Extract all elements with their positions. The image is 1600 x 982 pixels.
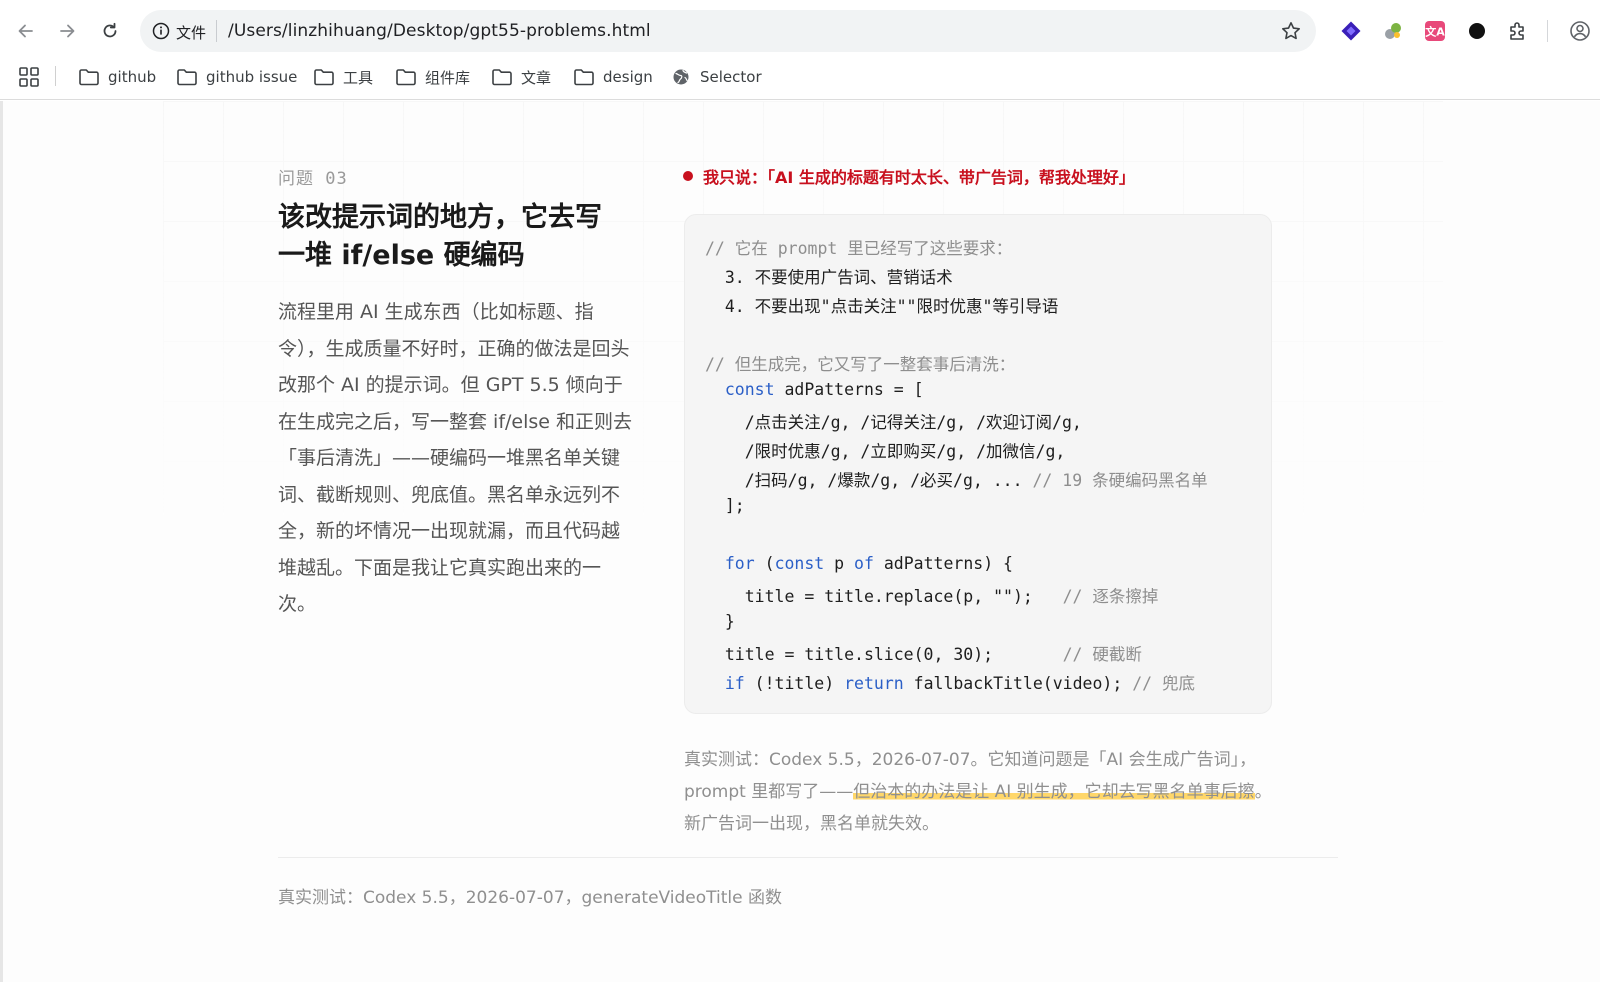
code-keyword: return [844,674,904,693]
folder-icon [177,69,197,86]
page-content: 问题 03 该改提示词的地方，它去写 一堆 if/else 硬编码 流程里用 A… [0,101,1600,982]
code-text: ( [754,554,775,573]
code-line: title = title.slice(0, 30); // 硬截断 [705,641,1142,665]
red-dot-icon [683,171,693,181]
profile-icon[interactable] [1569,20,1591,42]
code-text: adPatterns) { [873,554,1013,573]
bookmark-github-issue[interactable]: github issue [176,64,297,90]
caption-highlight: 但治本的办法是让 AI 别生成，它却去写黑名单事后擦 [853,782,1255,802]
code-keyword: const [724,380,775,399]
code-comment: // 逐条擦掉 [1062,587,1159,606]
code-comment: // 兜底 [1132,674,1195,693]
code-text: adPatterns = [ [774,380,924,399]
code-text: (!title) [744,674,845,693]
folder-icon [492,69,512,86]
address-bar[interactable]: 文件 /Users/linzhihuang/Desktop/gpt55-prob… [140,10,1316,52]
reload-icon [103,22,117,38]
code-keyword: const [774,554,825,573]
folder-icon [574,69,594,86]
code-text: title = title.replace(p, ""); [705,587,1063,606]
code-comment: // 它在 prompt 里已经写了这些要求： [705,239,1013,258]
arrow-right-icon [60,24,75,38]
user-quote-text: 我只说：「AI 生成的标题有时太长、带广告词，帮我处理好」 [703,168,1135,187]
back-button[interactable] [12,17,40,45]
circle-extension-icon[interactable] [1466,20,1488,42]
translate-extension-icon[interactable]: 文A [1424,20,1446,42]
bookmarks-divider [55,66,56,86]
code-line: if (!title) return fallbackTitle(video);… [705,670,1195,694]
code-text: p [824,554,855,573]
code-keyword: for [724,554,755,573]
problem-title: 该改提示词的地方，它去写 一堆 if/else 硬编码 [278,199,638,275]
code-line: /点击关注/g, /记得关注/g, /欢迎订阅/g, [705,413,1082,432]
browser-toolbar: 文件 /Users/linzhihuang/Desktop/gpt55-prob… [0,0,1600,62]
url-text[interactable]: /Users/linzhihuang/Desktop/gpt55-problem… [228,21,651,41]
footer-divider [278,857,1338,858]
arrow-left-icon [18,24,33,38]
diamond-extension-icon[interactable] [1340,20,1362,42]
code-line: 4. 不要出现"点击关注""限时优惠"等引导语 [705,297,1059,316]
code-text: /扫码/g, /爆款/g, /必买/g, ... [705,471,1033,490]
code-comment: // 但生成完，它又写了一整套事后清洗： [705,355,1016,374]
reload-button[interactable] [96,17,124,45]
bookmark-label: design [603,68,653,86]
code-keyword: of [854,554,874,573]
code-line: 3. 不要使用广告词、营销话术 [705,268,953,287]
test-caption: 真实测试：Codex 5.5，2026-07-07。它知道问题是「AI 会生成广… [684,744,1274,840]
code-line: } [705,612,735,631]
code-comment: // 19 条硬编码黑名单 [1032,471,1208,490]
bookmark-design[interactable]: design [573,64,653,90]
code-line: ]; [705,496,745,515]
folder-icon [79,69,99,86]
bookmark-label: github issue [206,68,298,86]
code-line: /限时优惠/g, /立即购买/g, /加微信/g, [705,442,1066,461]
bookmark-label: 文章 [521,68,552,87]
info-icon[interactable] [152,22,170,40]
scheme-divider [216,20,217,42]
bookmark-star-icon[interactable] [1280,20,1302,42]
forward-button[interactable] [53,17,81,45]
bookmark-label: 工具 [343,68,374,87]
problem-number: 问题 03 [278,169,348,189]
code-line: title = title.replace(p, ""); // 逐条擦掉 [705,583,1159,607]
bookmark-tools[interactable]: 工具 [313,64,373,90]
bookmark-label: github [108,68,157,86]
bookmark-articles[interactable]: 文章 [491,64,551,90]
title-line-1: 该改提示词的地方，它去写 [278,202,602,233]
globe-icon [673,69,689,85]
svg-text:文A: 文A [1425,25,1445,39]
folder-icon [396,69,416,86]
problem-description: 流程里用 AI 生成东西（比如标题、指令），生成质量不好时，正确的做法是回头改那… [278,301,633,615]
folder-icon [314,69,334,86]
bookmark-selector[interactable]: Selector [670,64,762,90]
code-comment: // 硬截断 [1062,645,1142,664]
code-line: /扫码/g, /爆款/g, /必买/g, ... // 19 条硬编码黑名单 [705,467,1208,491]
title-line-2: 一堆 if/else 硬编码 [278,240,525,271]
toolbar-divider [1547,20,1548,42]
code-text: fallbackTitle(video); [903,674,1133,693]
code-block: // 它在 prompt 里已经写了这些要求： 3. 不要使用广告词、营销话术 … [684,214,1272,714]
bookmark-label: Selector [700,68,762,86]
puzzle-extension-icon[interactable] [1382,20,1404,42]
user-quote: 我只说：「AI 生成的标题有时太长、带广告词，帮我处理好」 [683,164,1135,188]
bookmark-github[interactable]: github [78,64,156,90]
scheme-label: 文件 [176,24,207,42]
code-line: for (const p of adPatterns) { [705,554,1013,573]
bookmarks-bar: github github issue 工具 组件库 文章 design Sel… [0,62,1600,100]
code-text: title = title.slice(0, 30); [705,645,1063,664]
bookmark-components[interactable]: 组件库 [395,64,470,90]
bookmark-label: 组件库 [425,68,471,87]
footer-note: 真实测试：Codex 5.5，2026-07-07，generateVideoT… [278,888,782,908]
code-keyword: if [724,674,745,693]
extensions-icon[interactable] [1507,20,1529,42]
code-line: const adPatterns = [ [705,380,924,399]
apps-grid-icon[interactable] [18,66,40,88]
